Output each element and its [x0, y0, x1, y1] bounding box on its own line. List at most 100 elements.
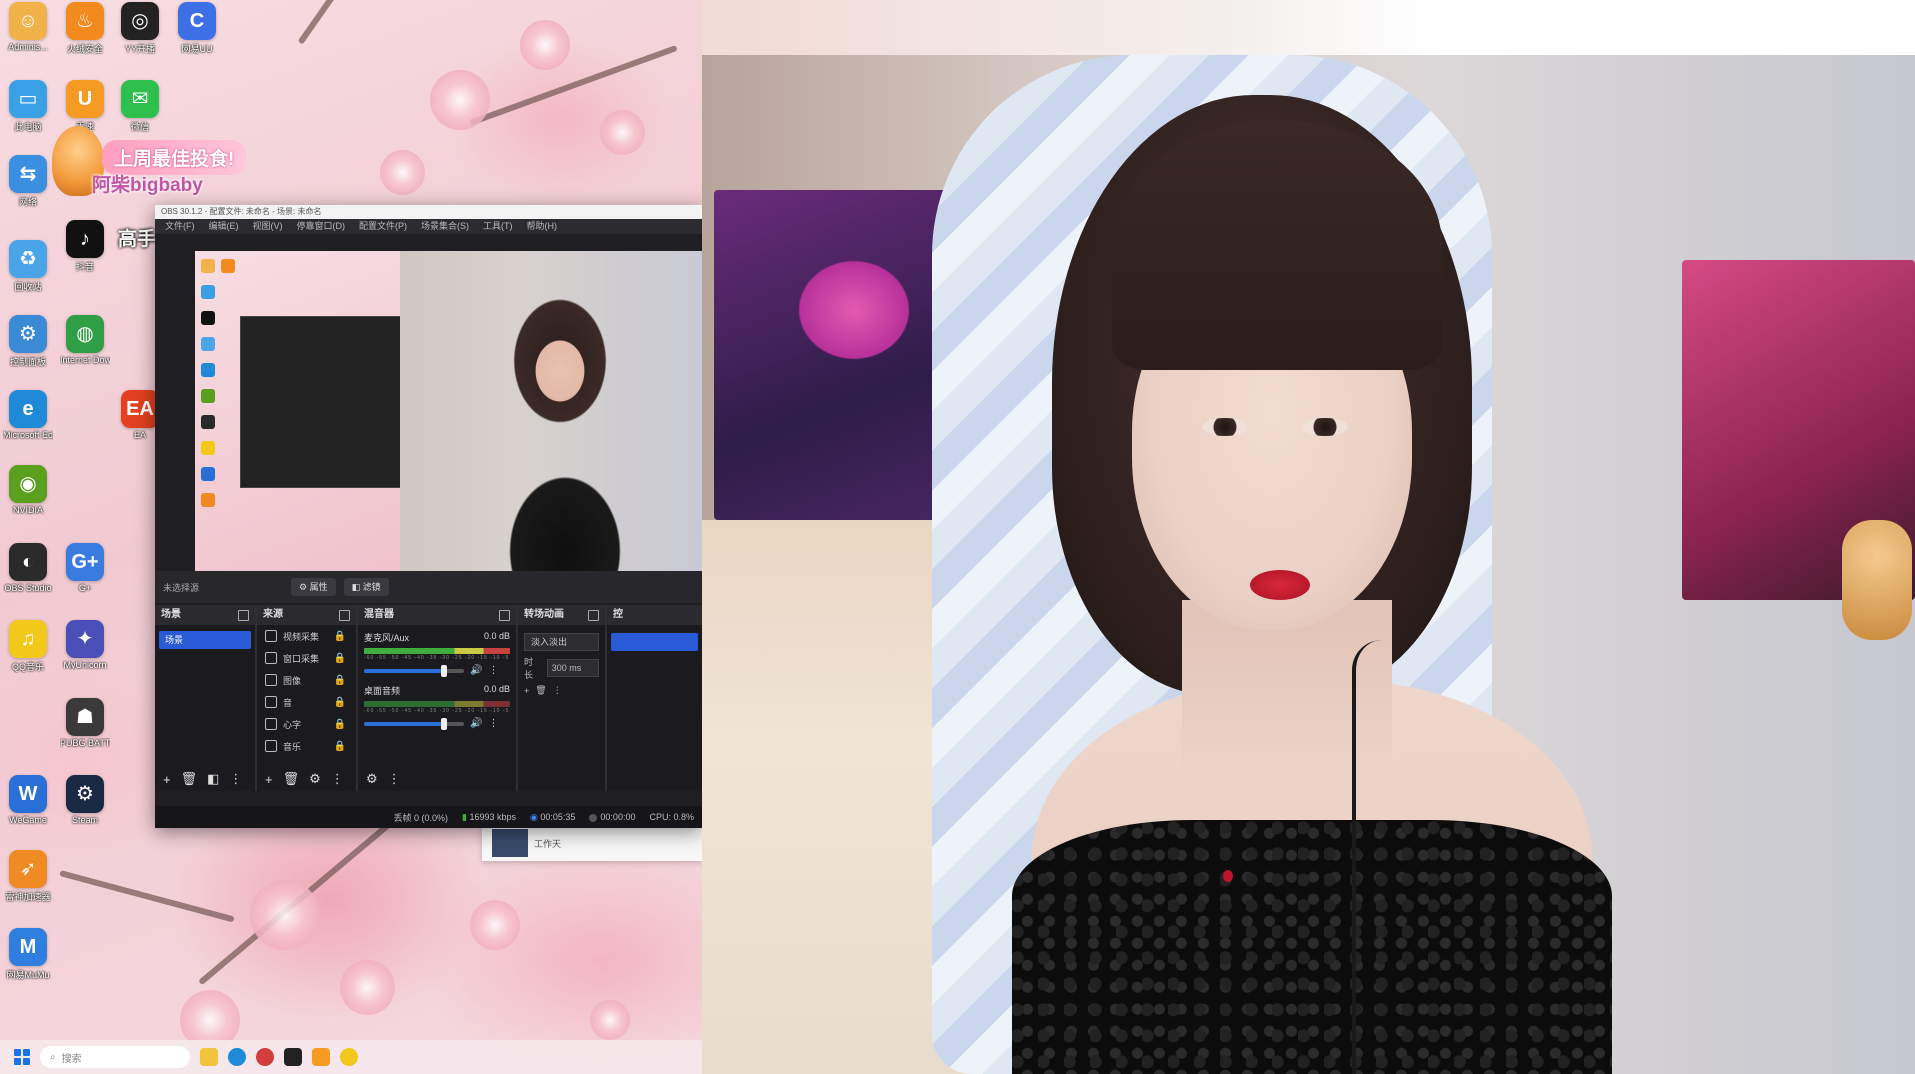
desktop-icon-qqmusic[interactable]: ♫ QQ音乐	[3, 620, 53, 673]
notification-thumbnail	[492, 829, 528, 857]
desktop-icon-obs[interactable]: ◐ OBS Studio	[3, 543, 53, 593]
menu-docks[interactable]: 停靠窗口(D)	[297, 219, 346, 234]
transition-select[interactable]: 淡入淡出	[524, 633, 599, 651]
obs-titlebar[interactable]: OBS 30.1.2 - 配置文件: 未命名 - 场景: 未命名	[155, 205, 702, 219]
source-settings-button[interactable]: ⚙	[309, 771, 321, 787]
desktop-icon-network[interactable]: ⇆ 网络	[3, 155, 53, 208]
lock-icon[interactable]: 🔒	[333, 631, 347, 642]
ea-icon: EA	[121, 390, 159, 428]
notification-card[interactable]: 工作天	[482, 825, 702, 861]
desktop-icon-control-panel[interactable]: ⚙ 控制面板	[3, 315, 53, 368]
source-row[interactable]: 图像◉🔒	[257, 669, 356, 691]
menu-help[interactable]: 帮助(H)	[527, 219, 558, 234]
start-button[interactable]	[14, 1049, 30, 1065]
source-row[interactable]: 视频采集◉🔒	[257, 625, 356, 647]
scene-more-button[interactable]: ⋮	[229, 771, 242, 787]
lock-icon[interactable]: 🔒	[333, 697, 347, 708]
audio-meter	[364, 701, 510, 707]
source-row[interactable]: 音乐◉🔒	[257, 735, 356, 757]
file-explorer-icon[interactable]	[200, 1048, 218, 1066]
menu-file[interactable]: 文件(F)	[165, 219, 195, 234]
bitrate: ▮ 16993 kbps	[461, 811, 516, 822]
desktop-icon-leishen[interactable]: ➶ 雷神加速器	[3, 850, 53, 903]
remove-transition-button[interactable]: 🗑	[535, 685, 546, 696]
remove-scene-button[interactable]: 🗑	[181, 771, 198, 787]
duration-input[interactable]: 300 ms	[546, 659, 599, 677]
desktop-icon-pubg[interactable]: ☗PUBG BATTLEG...	[60, 698, 110, 748]
desktop-icon-tiktok[interactable]: ♪ 抖音	[60, 220, 110, 273]
search-icon: ⌕	[50, 1051, 56, 1063]
transition-buttons: + 🗑 ⋮	[524, 685, 599, 696]
desktop-icon-admin[interactable]: ☺ Adminis...	[3, 2, 53, 52]
desktop-icon-idm[interactable]: ◍Internet Downloa...	[60, 315, 110, 365]
menu-edit[interactable]: 编辑(E)	[209, 219, 239, 234]
wallpaper-blossom	[600, 110, 645, 155]
source-row[interactable]: 音⊘🔒	[257, 691, 356, 713]
user-folder-icon: ☺	[9, 2, 47, 40]
desktop-icon-uu[interactable]: C 网易UU	[172, 2, 222, 55]
desktop-icon-this-pc[interactable]: ▭ 此电脑	[3, 80, 53, 133]
desktop-icon-wegame[interactable]: W WeGame	[3, 775, 53, 825]
channel-more-button[interactable]: ⋮	[488, 718, 498, 729]
volume-slider[interactable]	[364, 664, 464, 677]
preview-desktop-icon	[201, 259, 215, 273]
remove-source-button[interactable]: 🗑	[283, 771, 300, 787]
qq-music-icon[interactable]	[340, 1048, 358, 1066]
mixer-more-button[interactable]: ⋮	[388, 771, 401, 787]
leisu-icon[interactable]	[312, 1048, 330, 1066]
undock-icon[interactable]	[588, 610, 599, 621]
menu-profile[interactable]: 配置文件(P)	[359, 219, 407, 234]
desktop-icon-steam[interactable]: ⚙ Steam	[60, 775, 110, 825]
source-row[interactable]: 窗口采集⊘🔒	[257, 647, 356, 669]
obs-preview[interactable]	[195, 251, 702, 571]
recycle-bin-icon: ♻	[9, 240, 47, 278]
app-icon[interactable]	[256, 1048, 274, 1066]
desktop-icon-recycle[interactable]: ♻ 回收站	[3, 240, 53, 293]
lock-icon[interactable]: 🔒	[333, 653, 347, 664]
preview-desktop-icon	[201, 467, 215, 481]
desktop-icon-yy[interactable]: ◎ YY开播	[115, 2, 165, 55]
add-transition-button[interactable]: +	[524, 686, 529, 696]
scene-filters-button[interactable]: ◧	[207, 771, 219, 787]
volume-slider[interactable]	[364, 717, 464, 730]
properties-button[interactable]: ⚙ 属性	[291, 578, 336, 596]
channel-more-button[interactable]: ⋮	[488, 665, 498, 676]
transitions-dock-header: 转场动画	[518, 605, 605, 625]
nvidia-icon: ◉	[9, 465, 47, 503]
desktop-icon-unicorn[interactable]: ✦ MyUnicorn	[60, 620, 110, 670]
preview-desktop-icon	[201, 311, 215, 325]
steam-icon: ⚙	[66, 775, 104, 813]
undock-icon[interactable]	[238, 610, 249, 621]
signal-icon: ▮	[461, 811, 467, 822]
lock-icon[interactable]: 🔒	[333, 675, 347, 686]
taskbar-search[interactable]: ⌕ 搜索	[40, 1046, 190, 1068]
menu-view[interactable]: 视图(V)	[253, 219, 283, 234]
speaker-icon[interactable]: 🔊	[470, 665, 482, 676]
add-scene-button[interactable]: +	[163, 772, 171, 787]
yy-icon[interactable]	[284, 1048, 302, 1066]
start-streaming-button[interactable]	[611, 633, 698, 651]
desktop-icon-nvidia[interactable]: ◉ NVIDIA	[3, 465, 53, 515]
mixer-settings-button[interactable]: ⚙	[366, 771, 378, 787]
source-row[interactable]: 心字⊘🔒	[257, 713, 356, 735]
lock-icon[interactable]: 🔒	[333, 741, 347, 752]
scene-list-item[interactable]: 场景	[159, 631, 251, 649]
menu-scene-collection[interactable]: 场景集合(S)	[421, 219, 469, 234]
menu-tools[interactable]: 工具(T)	[483, 219, 513, 234]
desktop-icon-huorong[interactable]: ♨ 火绒安全	[60, 2, 110, 55]
desktop-icon-gplus[interactable]: G+ G+	[60, 543, 110, 593]
add-source-button[interactable]: +	[265, 772, 273, 787]
filters-button[interactable]: ◧ 滤镜	[343, 578, 389, 596]
desktop-icon-mumu[interactable]: M 网易MuMu	[3, 928, 53, 981]
desktop-icon-edge[interactable]: eMicrosoft Edge	[3, 390, 53, 440]
source-more-button[interactable]: ⋮	[331, 771, 344, 787]
gplus-icon: G+	[66, 543, 104, 581]
edge-icon[interactable]	[228, 1048, 246, 1066]
speaker-icon[interactable]: 🔊	[470, 718, 482, 729]
undock-icon[interactable]	[499, 610, 510, 621]
transition-more-button[interactable]: ⋮	[553, 685, 562, 696]
lock-icon[interactable]: 🔒	[333, 719, 347, 730]
mixer-dock: 混音器 麦克风/Aux 0.0 dB -60 -55 -50 -45 -40 -3…	[358, 605, 518, 791]
network-icon: ⇆	[9, 155, 47, 193]
undock-icon[interactable]	[339, 610, 350, 621]
